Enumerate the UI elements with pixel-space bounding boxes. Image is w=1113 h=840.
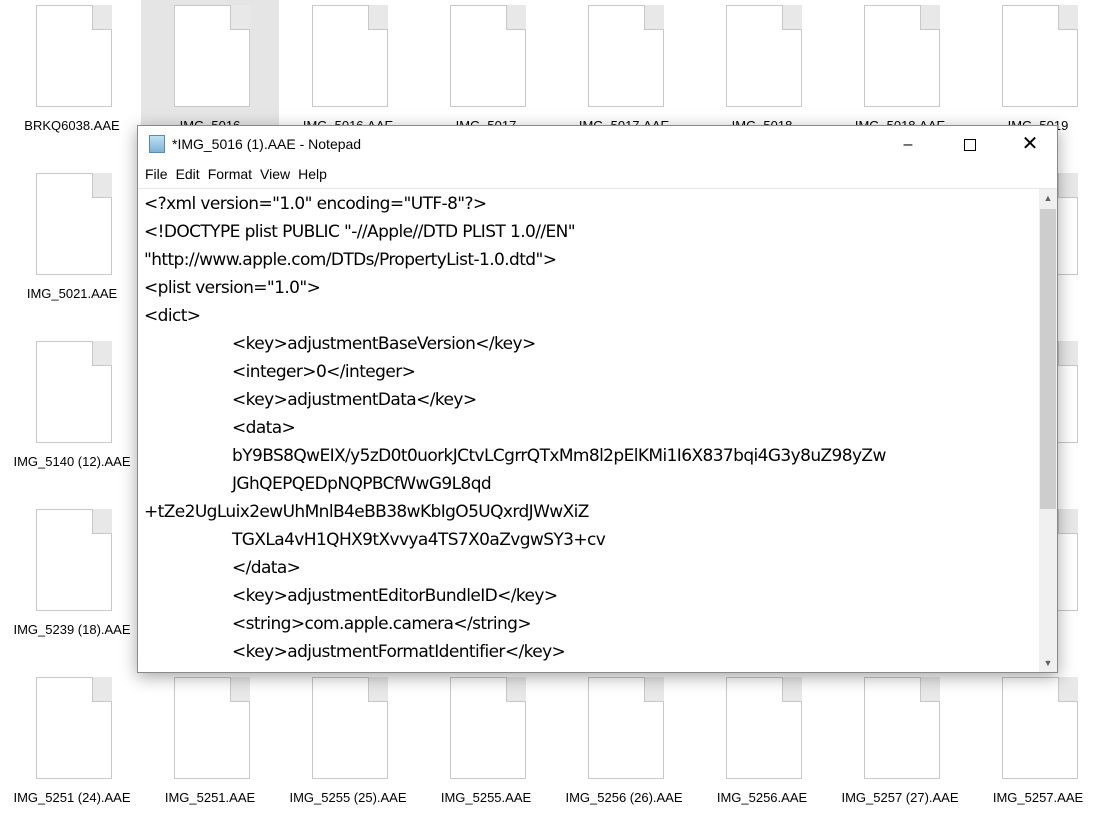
text-line: <key>adjustmentEditorBundleID</key> (232, 586, 558, 606)
file-fold (230, 5, 250, 30)
title-bar[interactable]: *IMG_5016 (1).AAE - Notepad – ✕ (138, 126, 1057, 163)
text-line: <key>adjustmentFormatIdentifier</key> (232, 642, 566, 662)
file-label: IMG_5256 (26).AAE (565, 790, 683, 805)
file-fold (1058, 341, 1078, 366)
file-fold (506, 677, 526, 702)
text-line: <string>com.apple.photo</string> (144, 666, 886, 672)
file-fold (1058, 509, 1078, 534)
text-line: <key>adjustmentData</key> (232, 390, 477, 410)
file-label: BRKQ6038.AAE (24, 118, 120, 133)
file-label: IMG_5255 (25).AAE (289, 790, 407, 805)
maximize-button[interactable] (947, 126, 993, 163)
file-label: IMG_5021.AAE (26, 286, 118, 301)
vertical-scrollbar[interactable]: ▲ ▼ (1039, 189, 1057, 672)
maximize-icon (964, 138, 976, 151)
text-line: <!DOCTYPE plist PUBLIC "-//Apple//DTD PL… (144, 222, 576, 242)
file-fold (1058, 677, 1078, 702)
file-fold (92, 677, 112, 702)
text-line: <key>adjustmentBaseVersion</key> (232, 334, 536, 354)
scroll-up-arrow-icon[interactable]: ▲ (1039, 189, 1057, 207)
window-title: *IMG_5016 (1).AAE - Notepad (172, 136, 362, 152)
file-label: IMG_5255.AAE (440, 790, 532, 805)
file-label: IMG_5251.AAE (164, 790, 256, 805)
text-line: <plist version="1.0"> (144, 278, 321, 298)
file-fold (920, 5, 940, 30)
file-item[interactable]: IMG_5257.AAE (969, 672, 1107, 840)
file-item[interactable]: IMG_5140 (12).AAE (3, 336, 141, 504)
file-fold (782, 677, 802, 702)
file-fold (92, 509, 112, 534)
file-fold (92, 5, 112, 30)
menu-format[interactable]: Format (207, 163, 258, 187)
file-item[interactable]: IMG_5239 (18).AAE (3, 504, 141, 672)
file-item[interactable]: IMG_5021.AAE (3, 168, 141, 336)
file-item[interactable]: BRKQ6038.AAE (3, 0, 141, 168)
file-fold (368, 677, 388, 702)
file-fold (92, 173, 112, 198)
text-line: <?xml version="1.0" encoding="UTF-8"?> (144, 194, 487, 214)
menu-file[interactable]: File (144, 163, 174, 187)
document-text[interactable]: <?xml version="1.0" encoding="UTF-8"?> <!… (144, 190, 886, 672)
text-line: JGhQEPQEDpNQPBCfWwG9L8qd (232, 474, 492, 494)
text-line: <string>com.apple.camera</string> (232, 614, 532, 634)
file-fold (1058, 173, 1078, 198)
file-fold (782, 5, 802, 30)
text-line: bY9BS8QwEIX/y5zD0t0uorkJCtvLCgrrQTxMm8l2… (232, 446, 886, 466)
file-item[interactable]: IMG_5251.AAE (141, 672, 279, 840)
file-item[interactable]: IMG_5255.AAE (417, 672, 555, 840)
file-item[interactable]: IMG_5255 (25).AAE (279, 672, 417, 840)
file-fold (506, 5, 526, 30)
file-label: IMG_5251 (24).AAE (13, 790, 131, 805)
text-line: </data> (232, 558, 301, 578)
file-fold (644, 677, 664, 702)
file-label: IMG_5257 (27).AAE (841, 790, 959, 805)
menu-view[interactable]: View (259, 163, 296, 187)
file-label: IMG_5256.AAE (716, 790, 808, 805)
menu-help[interactable]: Help (297, 163, 333, 187)
text-line: +tZe2UgLuix2ewUhMnlB4eBB38wKbIgO5UQxrdJW… (144, 502, 589, 522)
text-line: TGXLa4vH1QHX9tXvvya4TS7X0aZvgwSY3+cv (232, 530, 606, 550)
file-label: IMG_5140 (12).AAE (13, 454, 131, 469)
file-fold (230, 677, 250, 702)
text-line: <dict> (144, 306, 201, 326)
file-label: IMG_5257.AAE (992, 790, 1084, 805)
file-fold (1058, 5, 1078, 30)
scroll-down-arrow-icon[interactable]: ▼ (1039, 654, 1057, 672)
text-line: <integer>0</integer> (232, 362, 416, 382)
text-line: <data> (232, 418, 296, 438)
file-fold (644, 5, 664, 30)
file-item[interactable]: IMG_5256.AAE (693, 672, 831, 840)
notepad-window: *IMG_5016 (1).AAE - Notepad – ✕ File Edi… (137, 125, 1058, 673)
scrollbar-thumb[interactable] (1040, 209, 1056, 509)
file-label: IMG_5239 (18).AAE (13, 622, 131, 637)
text-line: "http://www.apple.com/DTDs/PropertyList-… (144, 250, 557, 270)
file-fold (92, 341, 112, 366)
file-item[interactable]: IMG_5257 (27).AAE (831, 672, 969, 840)
minimize-button[interactable]: – (885, 126, 931, 163)
close-button[interactable]: ✕ (1007, 126, 1053, 163)
file-item[interactable]: IMG_5251 (24).AAE (3, 672, 141, 840)
file-item[interactable]: IMG_5256 (26).AAE (555, 672, 693, 840)
text-editor[interactable]: <?xml version="1.0" encoding="UTF-8"?> <!… (138, 188, 1057, 672)
file-fold (368, 5, 388, 30)
notepad-icon (149, 135, 165, 153)
menu-bar: File Edit Format View Help (138, 163, 1057, 187)
file-fold (920, 677, 940, 702)
menu-edit[interactable]: Edit (175, 163, 206, 187)
